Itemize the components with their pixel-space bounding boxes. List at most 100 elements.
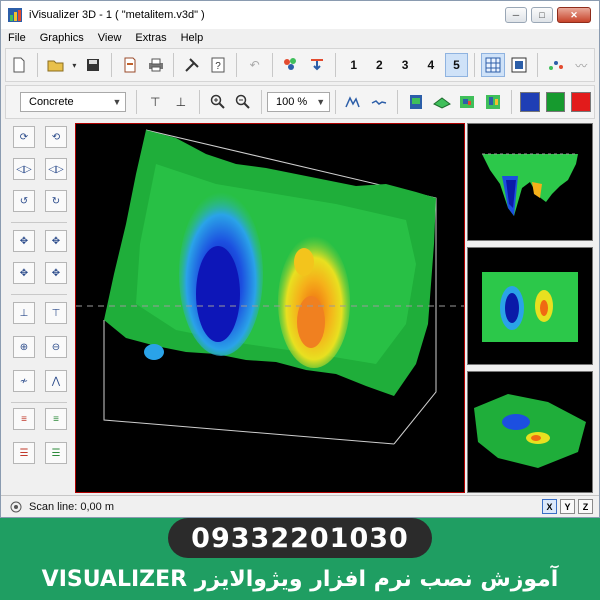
arrow-down-icon[interactable] <box>305 53 329 77</box>
tools-icon[interactable] <box>180 53 204 77</box>
chevron-down-icon: ▼ <box>112 97 122 107</box>
toolbar-separator <box>510 90 512 114</box>
contrast-up-icon[interactable] <box>342 90 366 114</box>
undo-icon[interactable]: ↶ <box>243 53 267 77</box>
view-2-button[interactable]: 2 <box>368 53 392 77</box>
pan-icon[interactable]: ✥ <box>13 262 35 284</box>
plot-icon[interactable] <box>404 90 428 114</box>
scan-icon <box>10 501 22 512</box>
window-controls: ─ □ ✕ <box>505 7 591 23</box>
app-window: iVisualizer 3D - 1 ( "metalitem.v3d" ) ─… <box>0 0 600 518</box>
chevron-down-icon: ▼ <box>316 97 326 107</box>
layers-icon[interactable]: ☰ <box>13 442 35 464</box>
move-alt-icon[interactable]: ✥ <box>45 230 67 252</box>
save-icon[interactable] <box>81 53 105 77</box>
section-view-2[interactable] <box>467 247 593 365</box>
tilt-left-icon[interactable]: ↺ <box>13 190 35 212</box>
toolbar-separator <box>335 90 337 114</box>
rotate-right-icon[interactable]: ◁▷ <box>45 158 67 180</box>
view-toolbar: Concrete ▼ ⊤ ⊥ 100 % ▼ <box>5 85 595 119</box>
toolbar-separator <box>136 90 138 114</box>
zoom-in-icon[interactable]: ⊕ <box>13 336 35 358</box>
heatmap-icon[interactable] <box>481 90 505 114</box>
menu-bar: File Graphics View Extras Help <box>1 29 599 47</box>
section-profile-render <box>482 153 578 216</box>
view-4-button[interactable]: 4 <box>419 53 443 77</box>
material-select-value: Concrete <box>29 96 74 108</box>
scatter-icon[interactable] <box>544 53 568 77</box>
section-view-1[interactable] <box>467 123 593 241</box>
toolbar-separator <box>272 53 274 77</box>
zoom-select[interactable]: 100 % ▼ <box>266 92 331 112</box>
filter-alt-icon[interactable]: ≡ <box>45 408 67 430</box>
panel-separator <box>11 402 67 403</box>
minimize-button[interactable]: ─ <box>505 7 527 23</box>
level-down-icon[interactable]: ⊥ <box>169 90 193 114</box>
contrast-up-icon[interactable]: ⋀ <box>45 370 67 392</box>
section-view-3[interactable] <box>467 371 593 493</box>
view-5-button[interactable]: 5 <box>444 53 469 77</box>
rotate-up-icon[interactable]: ⟳ <box>13 126 35 148</box>
maximize-button[interactable]: □ <box>531 7 553 23</box>
zoom-out-icon[interactable] <box>231 90 255 114</box>
filter-icon[interactable]: ≡ <box>13 408 35 430</box>
chart-icon[interactable]: 〰 <box>569 53 593 77</box>
level-down-icon[interactable]: ⊥ <box>13 302 35 324</box>
toolbar-separator <box>110 53 112 77</box>
pan-alt-icon[interactable]: ✥ <box>45 262 67 284</box>
toolbar-separator <box>474 53 476 77</box>
menu-extras[interactable]: Extras <box>128 32 173 44</box>
zoom-in-icon[interactable] <box>206 90 230 114</box>
close-button[interactable]: ✕ <box>557 7 591 23</box>
rotate-left-icon[interactable]: ◁▷ <box>13 158 35 180</box>
help-icon[interactable]: ? <box>206 53 230 77</box>
properties-icon[interactable] <box>118 53 142 77</box>
menu-graphics[interactable]: Graphics <box>33 32 91 44</box>
open-folder-icon[interactable] <box>44 53 68 77</box>
promo-banner: 09332201030 آموزش نصب نرم افزار ویژوالای… <box>0 518 600 600</box>
toolbar-separator <box>173 53 175 77</box>
navigation-panel: ⟳ ⟲ ◁▷ ◁▷ ↺ ↻ ✥ ✥ ✥ ✥ ⊥ ⊤ ⊕ ⊖ ≁ ⋀ ≡ ≡ ☰ … <box>5 122 71 492</box>
color-swatch-blue[interactable] <box>519 92 540 112</box>
main-3d-viewport[interactable] <box>75 123 465 493</box>
svg-text:?: ? <box>215 61 221 72</box>
app-icon <box>8 8 22 22</box>
grid-icon[interactable] <box>481 53 506 77</box>
layout-icon[interactable] <box>507 53 531 77</box>
contrast-down-icon[interactable]: ≁ <box>13 370 35 392</box>
top-view-render <box>482 272 578 342</box>
3d-scan-render <box>76 129 464 445</box>
material-select[interactable]: Concrete ▼ <box>20 92 127 112</box>
menu-file[interactable]: File <box>1 32 33 44</box>
panel-separator <box>11 294 67 295</box>
color-swatch-red[interactable] <box>571 92 592 112</box>
zoom-select-value: 100 % <box>275 96 308 108</box>
view-1-button[interactable]: 1 <box>342 53 366 77</box>
axis-z-button[interactable]: Z <box>578 499 593 514</box>
print-icon[interactable] <box>144 53 168 77</box>
panel-separator <box>11 222 67 223</box>
color-swatch-green[interactable] <box>545 92 566 112</box>
menu-help[interactable]: Help <box>174 32 211 44</box>
dropdown-arrow-icon[interactable]: ▾ <box>69 53 79 77</box>
color-palette-icon[interactable] <box>279 53 303 77</box>
menu-view[interactable]: View <box>91 32 129 44</box>
axis-x-button[interactable]: X <box>542 499 557 514</box>
terrain-icon[interactable] <box>456 90 480 114</box>
axis-y-button[interactable]: Y <box>560 499 575 514</box>
window-title: iVisualizer 3D - 1 ( "metalitem.v3d" ) <box>29 9 205 21</box>
level-up-icon[interactable]: ⊤ <box>45 302 67 324</box>
surface-icon[interactable] <box>430 90 454 114</box>
tilt-right-icon[interactable]: ↻ <box>45 190 67 212</box>
title-bar[interactable]: iVisualizer 3D - 1 ( "metalitem.v3d" ) ─… <box>1 1 599 29</box>
layers-alt-icon[interactable]: ☰ <box>45 442 67 464</box>
level-up-icon[interactable]: ⊤ <box>143 90 167 114</box>
zoom-out-icon[interactable]: ⊖ <box>45 336 67 358</box>
new-file-icon[interactable] <box>7 53 31 77</box>
view-3-button[interactable]: 3 <box>393 53 417 77</box>
toolbar-separator <box>198 90 200 114</box>
toolbar-separator <box>536 53 538 77</box>
rotate-down-icon[interactable]: ⟲ <box>45 126 67 148</box>
move-icon[interactable]: ✥ <box>13 230 35 252</box>
contrast-down-icon[interactable] <box>368 90 392 114</box>
